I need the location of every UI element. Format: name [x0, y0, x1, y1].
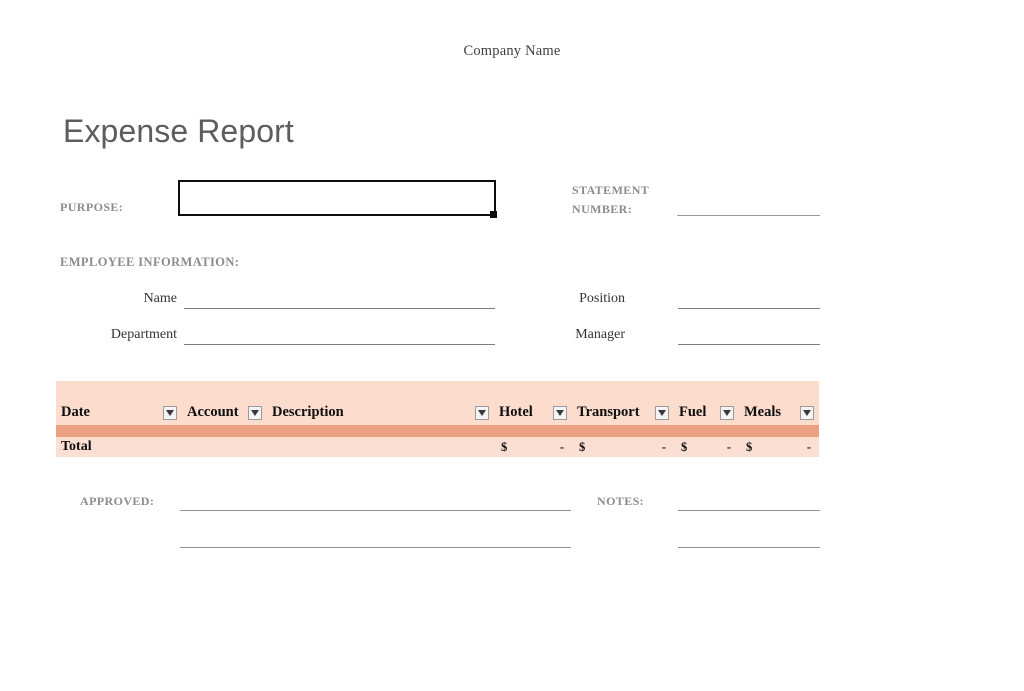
expense-report-page: Company Name Expense Report PURPOSE: STA… — [0, 0, 1024, 691]
entry-cell-date[interactable] — [56, 425, 182, 437]
entry-cell-transport[interactable] — [572, 425, 674, 437]
table-entry-row[interactable] — [56, 425, 819, 437]
total-amount-meals: - — [806, 439, 811, 454]
manager-label: Manager — [575, 327, 625, 342]
column-label-transport: Transport — [577, 404, 640, 420]
filter-dropdown-meals-icon[interactable] — [800, 406, 814, 420]
total-currency-fuel: $ — [681, 439, 688, 454]
notes-input-1[interactable] — [678, 510, 820, 511]
total-cell-meals: $ - — [739, 437, 819, 457]
column-label-description: Description — [272, 404, 344, 420]
column-label-fuel: Fuel — [679, 404, 707, 420]
table-header-cell-meals: Meals — [739, 381, 819, 425]
total-cell-account — [182, 437, 267, 457]
table-header-row: Date Account Description Hotel Transport… — [56, 381, 819, 425]
statement-number-label-line1: STATEMENT — [572, 183, 650, 197]
total-amount-hotel: - — [559, 439, 564, 454]
column-label-meals: Meals — [744, 404, 782, 420]
entry-cell-description[interactable] — [267, 425, 494, 437]
department-input[interactable] — [184, 344, 495, 345]
total-cell-fuel: $ - — [674, 437, 739, 457]
purpose-label: PURPOSE: — [60, 200, 124, 214]
column-label-hotel: Hotel — [499, 404, 533, 420]
table-header-cell-fuel: Fuel — [674, 381, 739, 425]
filter-dropdown-transport-icon[interactable] — [655, 406, 669, 420]
resize-handle-icon[interactable] — [490, 211, 497, 218]
filter-dropdown-hotel-icon[interactable] — [553, 406, 567, 420]
purpose-input[interactable] — [178, 180, 496, 216]
approved-label: APPROVED: — [80, 494, 155, 508]
filter-dropdown-fuel-icon[interactable] — [720, 406, 734, 420]
total-currency-hotel: $ — [501, 439, 508, 454]
total-label: Total — [61, 439, 92, 454]
name-label: Name — [143, 291, 177, 306]
statement-number-input[interactable] — [677, 215, 820, 216]
total-cell-description — [267, 437, 494, 457]
total-cell-label: Total — [56, 437, 182, 457]
position-input[interactable] — [678, 308, 820, 309]
statement-number-label: STATEMENT NUMBER: — [572, 181, 682, 219]
department-label: Department — [110, 327, 177, 342]
approved-input-1[interactable] — [180, 510, 571, 511]
company-name: Company Name — [463, 43, 561, 59]
total-amount-fuel: - — [726, 439, 731, 454]
position-label: Position — [579, 291, 625, 306]
column-label-date: Date — [61, 404, 90, 420]
table-header-cell-hotel: Hotel — [494, 381, 572, 425]
total-currency-meals: $ — [746, 439, 753, 454]
total-currency-transport: $ — [579, 439, 586, 454]
name-input[interactable] — [184, 308, 495, 309]
notes-input-2[interactable] — [678, 547, 820, 548]
table-header-cell-description: Description — [267, 381, 494, 425]
entry-cell-fuel[interactable] — [674, 425, 739, 437]
manager-input[interactable] — [678, 344, 820, 345]
entry-cell-meals[interactable] — [739, 425, 819, 437]
table-header-cell-date: Date — [56, 381, 182, 425]
filter-dropdown-description-icon[interactable] — [475, 406, 489, 420]
table-total-row: Total $ - $ - $ - $ - — [56, 437, 819, 457]
notes-label: NOTES: — [597, 494, 645, 508]
entry-cell-account[interactable] — [182, 425, 267, 437]
table-header-cell-transport: Transport — [572, 381, 674, 425]
filter-dropdown-account-icon[interactable] — [248, 406, 262, 420]
total-cell-transport: $ - — [572, 437, 674, 457]
total-cell-hotel: $ - — [494, 437, 572, 457]
total-amount-transport: - — [661, 439, 666, 454]
expense-table: Date Account Description Hotel Transport… — [56, 381, 819, 457]
table-header-cell-account: Account — [182, 381, 267, 425]
approved-input-2[interactable] — [180, 547, 571, 548]
column-label-account: Account — [187, 404, 239, 420]
employee-information-label: EMPLOYEE INFORMATION: — [60, 255, 240, 269]
page-title: Expense Report — [63, 113, 294, 149]
statement-number-label-line2: NUMBER: — [572, 202, 633, 216]
filter-dropdown-date-icon[interactable] — [163, 406, 177, 420]
entry-cell-hotel[interactable] — [494, 425, 572, 437]
